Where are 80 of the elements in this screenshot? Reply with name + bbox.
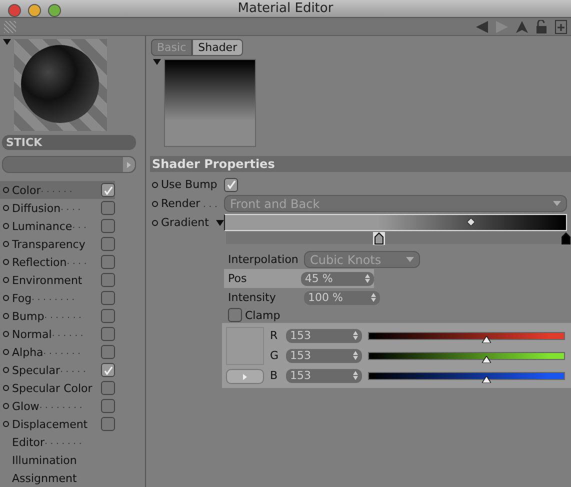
channel-item[interactable]: Environment bbox=[0, 271, 115, 289]
checkbox[interactable] bbox=[101, 309, 115, 323]
channel-item[interactable]: Bump. . . . . . . bbox=[0, 307, 115, 325]
channel-item[interactable]: Specular. . . . . bbox=[0, 361, 115, 379]
up-arrow-icon[interactable] bbox=[516, 20, 528, 33]
channel-label: G bbox=[270, 349, 280, 362]
zoom-button[interactable] bbox=[48, 4, 61, 17]
checkbox[interactable] bbox=[101, 345, 115, 359]
field-label: Use Bump bbox=[161, 178, 218, 191]
stepper-icon[interactable] bbox=[371, 293, 376, 302]
checkbox[interactable] bbox=[101, 219, 115, 233]
channel-item[interactable]: Glow. . . . . . . . bbox=[0, 397, 115, 415]
field-label: Pos bbox=[228, 272, 248, 285]
disclosure-triangle-icon[interactable] bbox=[216, 220, 224, 226]
checkbox[interactable] bbox=[101, 327, 115, 341]
checkbox[interactable] bbox=[228, 308, 242, 322]
channel-item[interactable]: Specular Color bbox=[0, 379, 115, 397]
field-label: Render . . . bbox=[161, 197, 218, 210]
field-label: Clamp bbox=[245, 308, 280, 322]
pos-field[interactable]: 45 % bbox=[300, 272, 374, 286]
stepper-icon[interactable] bbox=[353, 351, 358, 360]
slider-thumb[interactable] bbox=[482, 336, 490, 342]
close-button[interactable] bbox=[8, 4, 21, 17]
channel-item[interactable]: Displacement bbox=[0, 415, 115, 433]
channel-value-field[interactable]: 153 bbox=[286, 328, 362, 342]
channel-item[interactable]: Luminance. . . bbox=[0, 217, 115, 235]
slider-thumb[interactable] bbox=[482, 376, 490, 382]
field-label: Interpolation bbox=[228, 253, 300, 266]
checkbox[interactable] bbox=[101, 363, 115, 377]
checkbox[interactable] bbox=[101, 201, 115, 215]
channel-item[interactable]: Assignment bbox=[0, 469, 124, 487]
channel-item[interactable]: Normal. . . . . . bbox=[0, 325, 115, 343]
field-label: Intensity bbox=[228, 291, 277, 304]
checkbox[interactable] bbox=[101, 291, 115, 305]
gradient-knot[interactable] bbox=[373, 232, 385, 245]
channel-item[interactable]: Fog. . . . . . . . bbox=[0, 289, 115, 307]
channel-item[interactable]: Diffusion. . . . bbox=[0, 199, 115, 217]
field-label: Gradient bbox=[161, 216, 209, 229]
expand-button[interactable] bbox=[226, 369, 264, 384]
tab[interactable]: Shader bbox=[192, 39, 244, 56]
material-name: STICK bbox=[2, 135, 136, 150]
checkbox[interactable] bbox=[101, 399, 115, 413]
arrow-icon bbox=[127, 162, 131, 168]
checkbox[interactable] bbox=[101, 381, 115, 395]
checkbox[interactable] bbox=[101, 255, 115, 269]
channel-item[interactable]: Editor. . . . . . . bbox=[0, 433, 124, 451]
checkbox[interactable] bbox=[101, 183, 115, 197]
checkbox[interactable] bbox=[101, 273, 115, 287]
channel-item[interactable]: Alpha. . . . . . . bbox=[0, 343, 115, 361]
caret-icon bbox=[406, 257, 414, 262]
channel-value-field[interactable]: 153 bbox=[286, 348, 362, 362]
channel-item[interactable]: Color. . . . . . bbox=[0, 181, 115, 199]
arrow-icon bbox=[243, 374, 247, 380]
gradient-bar[interactable] bbox=[224, 214, 567, 231]
caret-icon bbox=[553, 201, 561, 206]
checkbox[interactable] bbox=[101, 417, 115, 431]
slider-thumb[interactable] bbox=[482, 356, 490, 362]
stepper-icon[interactable] bbox=[365, 274, 370, 283]
new-panel-icon[interactable] bbox=[555, 20, 567, 34]
channel-value-field[interactable]: 153 bbox=[286, 368, 362, 382]
stepper-icon[interactable] bbox=[353, 331, 358, 340]
dropdown[interactable] bbox=[2, 156, 136, 173]
back-arrow-icon[interactable] bbox=[476, 20, 488, 33]
disclosure-triangle-icon[interactable] bbox=[3, 39, 11, 45]
minimize-button[interactable] bbox=[28, 4, 41, 17]
grip-icon[interactable] bbox=[4, 20, 16, 33]
channel-item[interactable]: Reflection. . . . bbox=[0, 253, 115, 271]
unlocked-padlock-icon[interactable] bbox=[536, 20, 547, 34]
checkbox[interactable] bbox=[101, 237, 115, 251]
section-header: Shader Properties bbox=[150, 156, 571, 172]
window-title: Material Editor bbox=[238, 1, 334, 16]
channel-label: B bbox=[270, 369, 279, 382]
channel-label: R bbox=[270, 329, 279, 342]
checkbox[interactable] bbox=[224, 178, 238, 192]
channel-item[interactable]: Transparency bbox=[0, 235, 115, 253]
stepper-icon[interactable] bbox=[353, 371, 358, 380]
midpoint-handle[interactable] bbox=[466, 218, 475, 226]
intensity-field[interactable]: 100 % bbox=[304, 290, 380, 304]
channel-item[interactable]: Illumination bbox=[0, 451, 124, 469]
disclosure-triangle-icon[interactable] bbox=[153, 59, 161, 65]
